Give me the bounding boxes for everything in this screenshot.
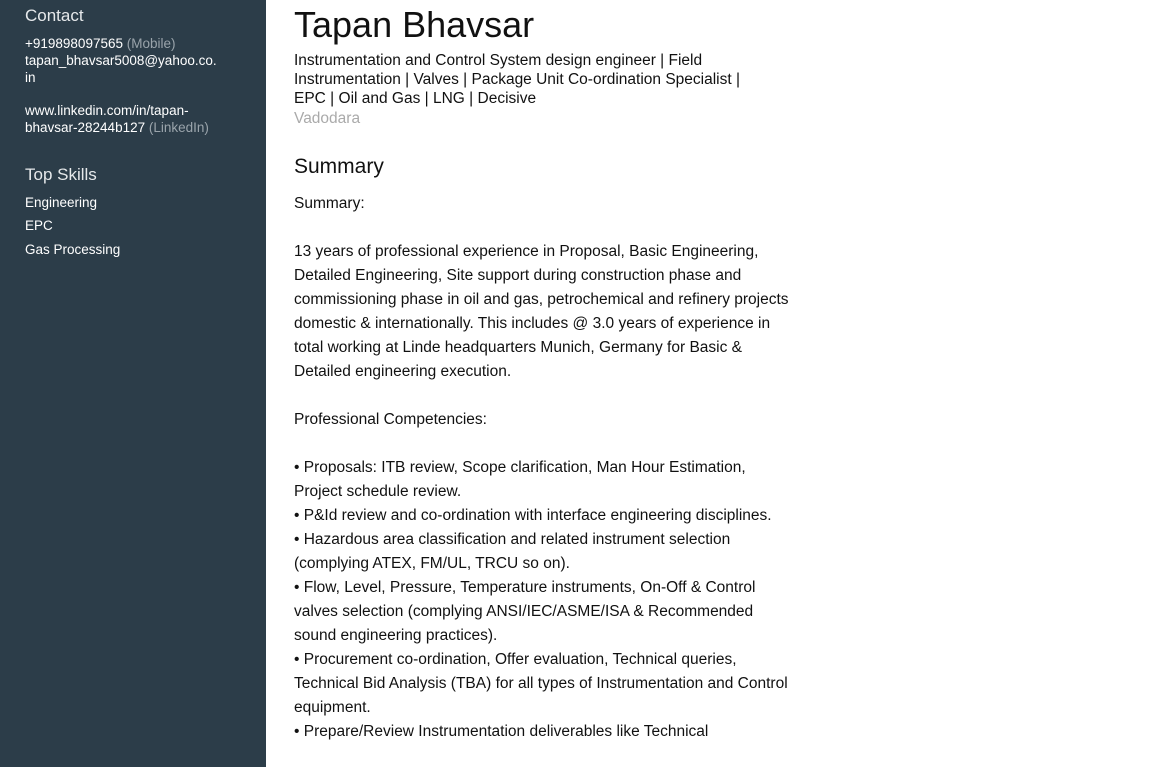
competency-item: • Proposals: ITB review, Scope clarifica… xyxy=(294,459,746,500)
competency-item: • P&Id review and co-ordination with int… xyxy=(294,507,772,524)
profile-name: Tapan Bhavsar xyxy=(294,4,535,45)
contact-heading: Contact xyxy=(25,6,84,25)
summary-label: Summary: xyxy=(294,195,365,212)
linkedin-line-1[interactable]: www.linkedin.com/in/tapan- xyxy=(25,103,189,118)
linkedin-type: (LinkedIn) xyxy=(148,120,209,135)
competency-item: • Procurement co-ordination, Offer evalu… xyxy=(294,651,788,716)
competency-item: • Hazardous area classification and rela… xyxy=(294,531,731,572)
competency-item: • Flow, Level, Pressure, Temperature ins… xyxy=(294,579,756,644)
profile-location: Vadodara xyxy=(294,110,361,127)
linkedin-line-2[interactable]: bhavsar-28244b127 xyxy=(25,120,145,135)
skill-item: Gas Processing xyxy=(25,242,121,257)
contact-phone: +919898097565 (Mobile) xyxy=(25,35,245,52)
profile-headline: Instrumentation and Control System desig… xyxy=(294,52,741,107)
skill-item: Engineering xyxy=(25,195,98,210)
contact-linkedin[interactable]: www.linkedin.com/in/tapan- bhavsar-28244… xyxy=(25,102,245,136)
top-skills-heading: Top Skills xyxy=(25,165,97,184)
summary-paragraph: 13 years of professional experience in P… xyxy=(294,243,789,380)
email-line-1[interactable]: tapan_bhavsar5008@yahoo.co. xyxy=(25,53,217,68)
sidebar: Contact +919898097565 (Mobile) tapan_bha… xyxy=(0,0,266,767)
email-line-2[interactable]: in xyxy=(25,70,36,85)
contact-email[interactable]: tapan_bhavsar5008@yahoo.co. in xyxy=(25,52,245,86)
competencies-label: Professional Competencies: xyxy=(294,411,487,428)
summary-heading: Summary xyxy=(294,155,384,178)
phone-type: (Mobile) xyxy=(126,36,176,51)
summary-body: Summary: 13 years of professional experi… xyxy=(294,192,789,744)
phone-number: +919898097565 xyxy=(25,36,123,51)
competency-item: • Prepare/Review Instrumentation deliver… xyxy=(294,723,709,740)
skill-item: EPC xyxy=(25,218,53,233)
